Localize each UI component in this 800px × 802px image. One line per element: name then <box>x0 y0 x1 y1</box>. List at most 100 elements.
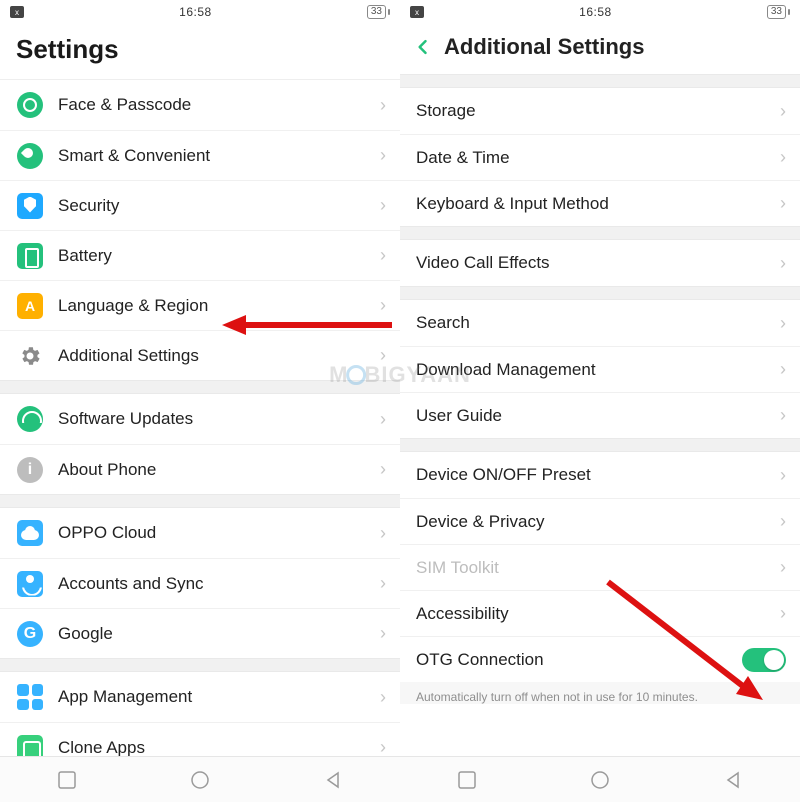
nav-home-button[interactable] <box>180 766 220 794</box>
row-google[interactable]: G Google › <box>0 608 400 658</box>
face-icon <box>16 91 44 119</box>
status-bar: x 16:58 33 <box>400 0 800 24</box>
row-software-updates[interactable]: Software Updates › <box>0 394 400 444</box>
group-separator <box>400 226 800 240</box>
row-label: SIM Toolkit <box>416 558 780 578</box>
row-label: Face & Passcode <box>58 95 380 115</box>
update-icon <box>16 405 44 433</box>
row-storage[interactable]: Storage › <box>400 88 800 134</box>
chevron-right-icon: › <box>380 409 386 430</box>
chevron-right-icon: › <box>380 95 386 116</box>
group-separator <box>0 658 400 672</box>
chevron-right-icon: › <box>780 511 786 532</box>
row-label: Storage <box>416 101 780 121</box>
nav-back-button[interactable] <box>313 766 353 794</box>
row-language-region[interactable]: A Language & Region › <box>0 280 400 330</box>
chevron-right-icon: › <box>380 737 386 758</box>
row-label: Video Call Effects <box>416 253 780 273</box>
phone-left: x 16:58 33 Settings Face & Passcode › Sm… <box>0 0 400 802</box>
row-additional-settings[interactable]: Additional Settings › <box>0 330 400 380</box>
page-title: Settings <box>0 24 400 79</box>
chevron-right-icon: › <box>780 557 786 578</box>
row-label: Search <box>416 313 780 333</box>
group-separator <box>0 380 400 394</box>
status-time: 16:58 <box>579 5 612 19</box>
row-keyboard-input[interactable]: Keyboard & Input Method › <box>400 180 800 226</box>
row-accounts-sync[interactable]: Accounts and Sync › <box>0 558 400 608</box>
battery-percent: 33 <box>367 5 386 19</box>
battery-percent: 33 <box>767 5 786 19</box>
apps-icon <box>16 683 44 711</box>
row-label: Battery <box>58 246 380 266</box>
chevron-right-icon: › <box>380 245 386 266</box>
row-label: Keyboard & Input Method <box>416 194 780 214</box>
row-sim-toolkit: SIM Toolkit › <box>400 544 800 590</box>
chevron-right-icon: › <box>780 253 786 274</box>
back-button[interactable] <box>412 36 434 58</box>
chevron-right-icon: › <box>780 147 786 168</box>
chevron-right-icon: › <box>780 313 786 334</box>
row-label: Date & Time <box>416 148 780 168</box>
row-user-guide[interactable]: User Guide › <box>400 392 800 438</box>
nav-bar <box>400 756 800 802</box>
otg-toggle[interactable] <box>742 648 786 672</box>
chevron-right-icon: › <box>380 687 386 708</box>
row-label: Language & Region <box>58 296 380 316</box>
battery-indicator: 33 <box>767 5 790 19</box>
row-label: Software Updates <box>58 409 380 429</box>
row-accessibility[interactable]: Accessibility › <box>400 590 800 636</box>
close-icon: x <box>410 6 424 18</box>
row-label: OPPO Cloud <box>58 523 380 543</box>
chevron-right-icon: › <box>780 603 786 624</box>
row-video-call-effects[interactable]: Video Call Effects › <box>400 240 800 286</box>
chevron-right-icon: › <box>380 459 386 480</box>
chevron-right-icon: › <box>380 573 386 594</box>
title-row: Additional Settings <box>400 24 800 74</box>
status-bar: x 16:58 33 <box>0 0 400 24</box>
lightbulb-icon <box>16 142 44 170</box>
nav-back-button[interactable] <box>713 766 753 794</box>
row-label: Clone Apps <box>58 738 380 758</box>
group-separator <box>0 494 400 508</box>
info-icon: i <box>16 456 44 484</box>
row-label: Additional Settings <box>58 346 380 366</box>
row-smart-convenient[interactable]: Smart & Convenient › <box>0 130 400 180</box>
chevron-right-icon: › <box>380 345 386 366</box>
accounts-icon <box>16 570 44 598</box>
google-icon: G <box>16 620 44 648</box>
row-device-onoff-preset[interactable]: Device ON/OFF Preset › <box>400 452 800 498</box>
gear-icon <box>16 342 44 370</box>
language-icon: A <box>16 292 44 320</box>
row-face-passcode[interactable]: Face & Passcode › <box>0 80 400 130</box>
group-separator <box>400 286 800 300</box>
row-about-phone[interactable]: i About Phone › <box>0 444 400 494</box>
row-label: Accounts and Sync <box>58 574 380 594</box>
row-label: OTG Connection <box>416 650 742 670</box>
row-device-privacy[interactable]: Device & Privacy › <box>400 498 800 544</box>
row-download-management[interactable]: Download Management › <box>400 346 800 392</box>
row-app-management[interactable]: App Management › <box>0 672 400 722</box>
battery-icon <box>16 242 44 270</box>
row-security[interactable]: Security › <box>0 180 400 230</box>
group-separator <box>400 438 800 452</box>
nav-home-button[interactable] <box>580 766 620 794</box>
row-oppo-cloud[interactable]: OPPO Cloud › <box>0 508 400 558</box>
row-otg-connection[interactable]: OTG Connection <box>400 636 800 682</box>
chevron-right-icon: › <box>380 145 386 166</box>
row-label: Accessibility <box>416 604 780 624</box>
row-battery[interactable]: Battery › <box>0 230 400 280</box>
chevron-right-icon: › <box>380 623 386 644</box>
row-label: User Guide <box>416 406 780 426</box>
row-label: Device & Privacy <box>416 512 780 532</box>
row-search[interactable]: Search › <box>400 300 800 346</box>
nav-recent-button[interactable] <box>47 766 87 794</box>
chevron-right-icon: › <box>780 193 786 214</box>
otg-caption: Automatically turn off when not in use f… <box>400 682 800 704</box>
nav-recent-button[interactable] <box>447 766 487 794</box>
chevron-right-icon: › <box>380 295 386 316</box>
row-label: Device ON/OFF Preset <box>416 465 780 485</box>
battery-indicator: 33 <box>367 5 390 19</box>
shield-icon <box>16 192 44 220</box>
row-date-time[interactable]: Date & Time › <box>400 134 800 180</box>
status-time: 16:58 <box>179 5 212 19</box>
